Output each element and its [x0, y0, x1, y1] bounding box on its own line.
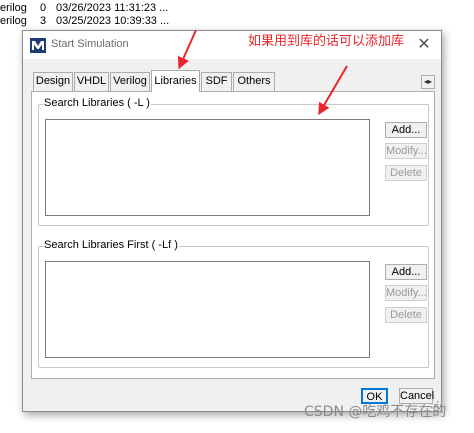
search-libraries-first-delete-button[interactable]: Delete: [385, 307, 427, 323]
libraries-tab-panel: Search Libraries ( -L ) Add... Modify...…: [31, 91, 435, 379]
search-libraries-modify-button[interactable]: Modify...: [385, 143, 427, 159]
annotation-text: 如果用到库的话可以添加库: [248, 34, 405, 49]
tab-verilog[interactable]: Verilog: [110, 72, 150, 91]
modelsim-m-icon: [30, 38, 46, 53]
item-date: 03/25/2023 10:39:33 ...: [56, 15, 170, 27]
tab-scroll-arrows[interactable]: ◂▸: [421, 75, 435, 89]
search-libraries-first-modify-button[interactable]: Modify...: [385, 285, 427, 301]
item-version: 3: [40, 15, 47, 27]
item-version: 0: [40, 2, 47, 14]
close-button[interactable]: ✕: [413, 34, 435, 56]
watermark: CSDN @吃鸡不存在的: [304, 404, 447, 420]
tab-sdf[interactable]: SDF: [201, 72, 232, 91]
search-libraries-delete-button[interactable]: Delete: [385, 165, 427, 181]
start-simulation-dialog: Start Simulation ✕ Design VHDL Verilog L…: [22, 30, 442, 412]
search-libraries-group: Search Libraries ( -L ) Add... Modify...…: [38, 97, 429, 226]
search-libraries-label: Search Libraries ( -L ): [43, 97, 151, 109]
item-type: erilog: [0, 2, 27, 14]
search-libraries-list[interactable]: [45, 119, 370, 216]
search-libraries-first-list[interactable]: [45, 261, 370, 358]
tab-vhdl[interactable]: VHDL: [74, 72, 109, 91]
item-date: 03/26/2023 11:31:23 ...: [56, 2, 169, 14]
item-type: erilog: [0, 15, 27, 27]
tab-design[interactable]: Design: [33, 72, 73, 91]
tab-others[interactable]: Others: [233, 72, 275, 91]
background-file-list: erilog 0 03/26/2023 11:31:23 ... erilog …: [0, 0, 474, 30]
search-libraries-first-group: Search Libraries First ( -Lf ) Add... Mo…: [38, 239, 429, 368]
dialog-title: Start Simulation: [51, 38, 129, 50]
tab-libraries[interactable]: Libraries: [151, 70, 200, 92]
search-libraries-first-label: Search Libraries First ( -Lf ): [43, 239, 179, 251]
search-libraries-first-add-button[interactable]: Add...: [385, 264, 427, 280]
search-libraries-add-button[interactable]: Add...: [385, 122, 427, 138]
close-icon: ✕: [417, 36, 431, 53]
